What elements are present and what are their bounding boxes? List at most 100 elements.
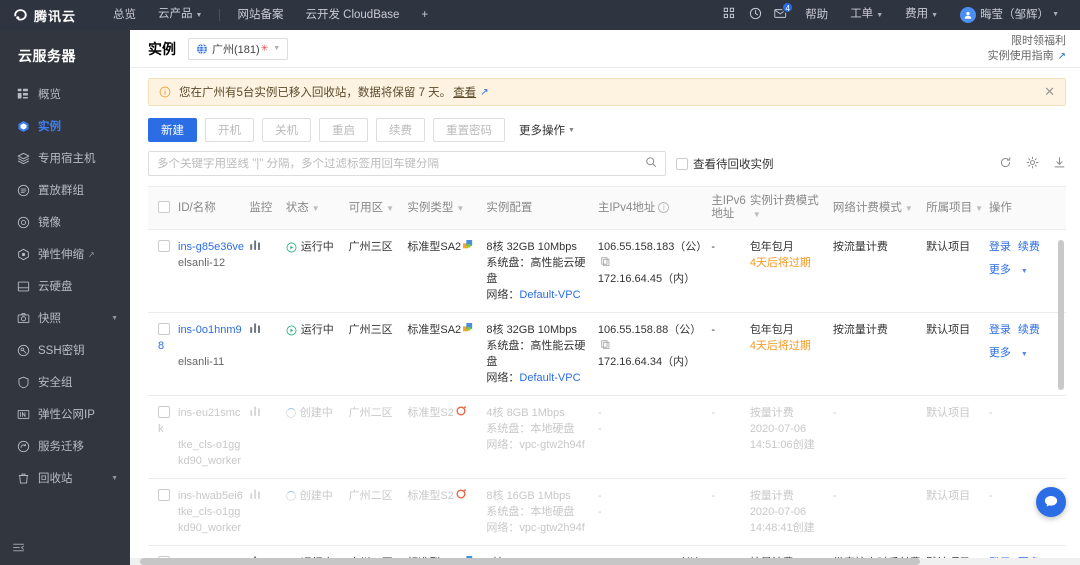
sidebar-item-placement-group[interactable]: 置放群组	[0, 176, 130, 204]
settings-gear-icon[interactable]	[1026, 156, 1039, 172]
refresh-icon[interactable]	[999, 156, 1012, 172]
customer-service-chat-button[interactable]	[1036, 487, 1066, 517]
sidebar-item-instances[interactable]: 实例	[0, 112, 130, 140]
table-row[interactable]: ins-g85e36ve elsanli-12 运行中 广州三区 标准型SA2 …	[148, 229, 1066, 313]
row-checkbox[interactable]	[158, 240, 170, 252]
topnav-link-products[interactable]: 云产品 ▼	[147, 0, 213, 31]
topnav-link-cloudbase[interactable]: 云开发 CloudBase	[294, 0, 410, 30]
filter-icon: ▼	[386, 203, 395, 213]
row-checkbox[interactable]	[158, 406, 170, 418]
instance-id-link[interactable]: ins-hwab5ei6	[178, 490, 243, 502]
scrollbar-thumb[interactable]	[1058, 240, 1064, 390]
instance-id-link[interactable]: ins-eu21smck	[158, 407, 240, 435]
brand-logo[interactable]: 腾讯云	[12, 6, 76, 25]
operation-续费[interactable]: 续费	[1018, 322, 1040, 338]
topnav-link-tickets[interactable]: 工单 ▼	[839, 0, 894, 31]
topnav-link-help[interactable]: 帮助	[794, 0, 839, 30]
info-icon[interactable]: i	[658, 201, 670, 213]
alert-text: 您在广州有5台实例已移入回收站，数据将保留 7 天。	[179, 87, 452, 99]
chevron-down-icon: ▼	[273, 45, 281, 52]
vpc-link[interactable]: Default-VPC	[519, 372, 580, 384]
user-account-menu[interactable]: 晦莹（邹辉） ▼	[949, 0, 1070, 30]
sidebar-item-images[interactable]: 镜像	[0, 208, 130, 236]
table-row[interactable]: ins-eu21smck tke_cls-o1ggkd90_worker 创建中…	[148, 395, 1066, 479]
sidebar-item-security-group[interactable]: 安全组	[0, 368, 130, 396]
monitor-chart-icon[interactable]	[249, 406, 262, 420]
search-input[interactable]	[157, 157, 645, 170]
sidebar-item-cloud-disk[interactable]: 云硬盘	[0, 272, 130, 300]
instance-id-link[interactable]: ins-g85e36ve	[178, 241, 244, 253]
sidebar-collapse-button[interactable]	[12, 541, 25, 557]
start-instance-button[interactable]: 开机	[205, 118, 254, 142]
topnav-link-icp[interactable]: 网站备案	[226, 0, 294, 30]
sidebar-item-dedicated-host[interactable]: 专用宿主机	[0, 144, 130, 172]
operation-登录[interactable]: 登录	[989, 239, 1011, 255]
more-actions-button[interactable]: 更多操作 ▼	[513, 118, 581, 142]
th-instance-billing[interactable]: 实例计费模式▼	[749, 186, 833, 230]
renew-instance-button[interactable]: 续费	[376, 118, 425, 142]
topnav-link-billing[interactable]: 费用 ▼	[894, 0, 949, 31]
migrate-icon	[16, 439, 30, 453]
search-box[interactable]	[148, 151, 666, 176]
th-network-billing[interactable]: 网络计费模式 ▼	[832, 186, 927, 230]
stop-instance-button[interactable]: 关机	[262, 118, 311, 142]
sidebar-item-snapshot[interactable]: 快照 ▼	[0, 304, 130, 332]
scrollbar-thumb[interactable]	[140, 558, 920, 565]
grid-icon[interactable]	[716, 7, 742, 23]
external-link-icon: ↗	[480, 86, 489, 98]
vpc-link[interactable]: Default-VPC	[519, 289, 580, 301]
sidebar-item-autoscaling[interactable]: 弹性伸缩 ↗	[0, 240, 130, 268]
topnav-link-overview[interactable]: 总览	[102, 0, 147, 30]
restart-instance-button[interactable]: 重启	[319, 118, 368, 142]
billing-sub-line: 14:51:06创建	[749, 439, 815, 451]
download-icon[interactable]	[1053, 156, 1066, 172]
th-project[interactable]: 所属项目 ▼	[926, 186, 989, 230]
row-checkbox[interactable]	[158, 323, 170, 335]
operation-登录[interactable]: 登录	[989, 322, 1011, 338]
sidebar-item-overview[interactable]: 概览	[0, 80, 130, 108]
cell-network-billing: 按流量计费	[832, 229, 927, 313]
info-circle-icon	[159, 86, 171, 98]
mail-icon[interactable]: 4	[768, 2, 794, 23]
reset-password-button[interactable]: 重置密码	[433, 118, 505, 142]
monitor-chart-icon[interactable]	[249, 323, 262, 337]
operation-续费[interactable]: 续费	[1018, 239, 1040, 255]
select-all-checkbox[interactable]	[158, 201, 170, 213]
operation-更多[interactable]: 更多	[989, 345, 1011, 361]
sidebar-item-ssh-key[interactable]: SSH密钥	[0, 336, 130, 364]
cell-id-name: ins-hwab5ei6 tke_cls-o1ggkd90_worker	[148, 478, 250, 546]
monitor-chart-icon[interactable]	[249, 489, 262, 503]
monitor-chart-icon[interactable]	[249, 240, 262, 254]
operation-更多[interactable]: 更多	[989, 262, 1011, 278]
sidebar-item-eip[interactable]: 弹性公网IP	[0, 400, 130, 428]
instance-id-link[interactable]: ins-0o1hnm98	[158, 324, 242, 352]
close-icon[interactable]: ✕	[1044, 84, 1055, 100]
sidebar-item-label: 置放群组	[38, 185, 84, 197]
sidebar-item-migration[interactable]: 服务迁移	[0, 432, 130, 460]
guide-link[interactable]: 实例使用指南	[988, 50, 1054, 62]
key-icon	[16, 343, 30, 357]
region-selector[interactable]: 广州(181) ✳ ▼	[188, 37, 289, 60]
horizontal-scrollbar[interactable]	[130, 558, 1080, 565]
clock-icon[interactable]	[742, 7, 768, 23]
create-instance-button[interactable]: 新建	[148, 118, 197, 142]
cell-zone: 广州二区	[348, 395, 408, 479]
cell-network-billing: 按流量计费	[832, 312, 927, 396]
th-zone[interactable]: 可用区 ▼	[348, 186, 408, 230]
th-status[interactable]: 状态 ▼	[285, 186, 349, 230]
promo-link[interactable]: 限时领福利	[1011, 35, 1066, 47]
search-icon[interactable]	[645, 156, 657, 171]
config-disk: 系统盘：高性能云硬盘	[486, 340, 586, 368]
show-recycle-checkbox[interactable]: 查看待回收实例	[676, 156, 774, 172]
row-checkbox[interactable]	[158, 489, 170, 501]
filter-icon: ▼	[456, 203, 465, 213]
table-row[interactable]: ins-0o1hnm98 elsanli-11 运行中 广州三区 标准型SA2 …	[148, 312, 1066, 396]
sidebar-item-recycle-bin[interactable]: 回收站 ▼	[0, 464, 130, 492]
copy-icon[interactable]	[601, 340, 610, 351]
alert-view-link[interactable]: 查看	[453, 84, 476, 100]
copy-icon[interactable]	[601, 257, 610, 268]
checkbox-box[interactable]	[676, 157, 688, 170]
th-instance-type[interactable]: 实例类型 ▼	[407, 186, 487, 230]
topnav-add-button[interactable]: +	[410, 0, 439, 30]
table-row[interactable]: ins-hwab5ei6 tke_cls-o1ggkd90_worker 创建中…	[148, 478, 1066, 546]
